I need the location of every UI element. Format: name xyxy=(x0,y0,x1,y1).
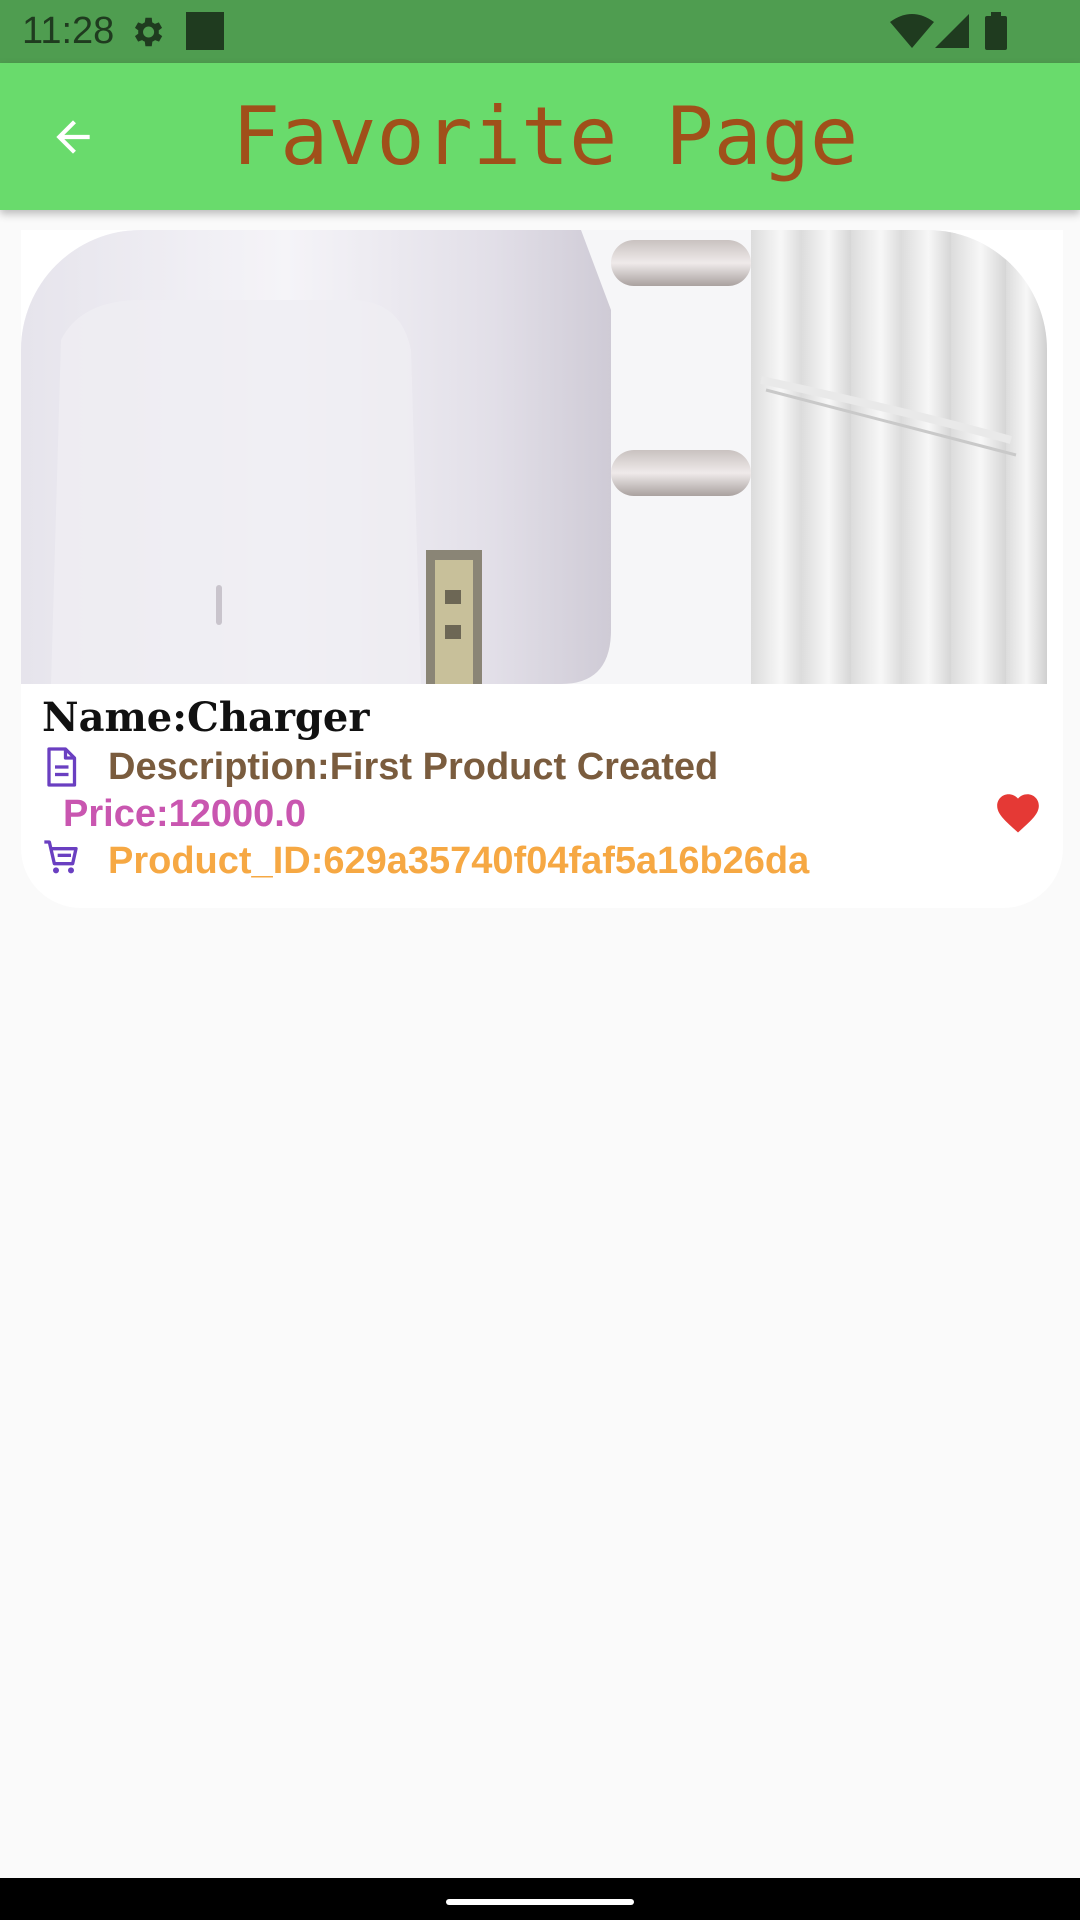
home-gesture-handle[interactable] xyxy=(446,1899,634,1905)
favorite-page-screen: 11:28 Favorite Page Name:Charger Descrip… xyxy=(0,0,1080,1920)
product-name: Name:Charger xyxy=(42,694,370,741)
document-icon xyxy=(47,747,77,787)
status-bar: 11:28 xyxy=(0,0,1080,63)
product-id: Product_ID:629a35740f04faf5a16b26da xyxy=(108,840,810,882)
battery-icon xyxy=(985,12,1007,50)
wifi-icon xyxy=(890,14,934,48)
product-card[interactable]: Name:Charger Description:First Product C… xyxy=(21,230,1063,908)
gear-icon xyxy=(134,17,163,47)
heart-icon[interactable] xyxy=(993,788,1043,838)
arrow-left-icon xyxy=(56,120,90,154)
charger-image xyxy=(21,230,1047,684)
notification-square-icon xyxy=(186,12,224,50)
product-price: Price:12000.0 xyxy=(63,793,306,835)
back-button[interactable] xyxy=(30,101,116,173)
status-time: 11:28 xyxy=(22,10,115,52)
product-description: Description:First Product Created xyxy=(108,746,719,788)
page-title: Favorite Page xyxy=(232,90,859,183)
cart-icon xyxy=(44,840,78,874)
navigation-bar xyxy=(0,1878,1080,1920)
signal-icon xyxy=(935,14,969,48)
app-bar: Favorite Page xyxy=(0,63,1080,210)
